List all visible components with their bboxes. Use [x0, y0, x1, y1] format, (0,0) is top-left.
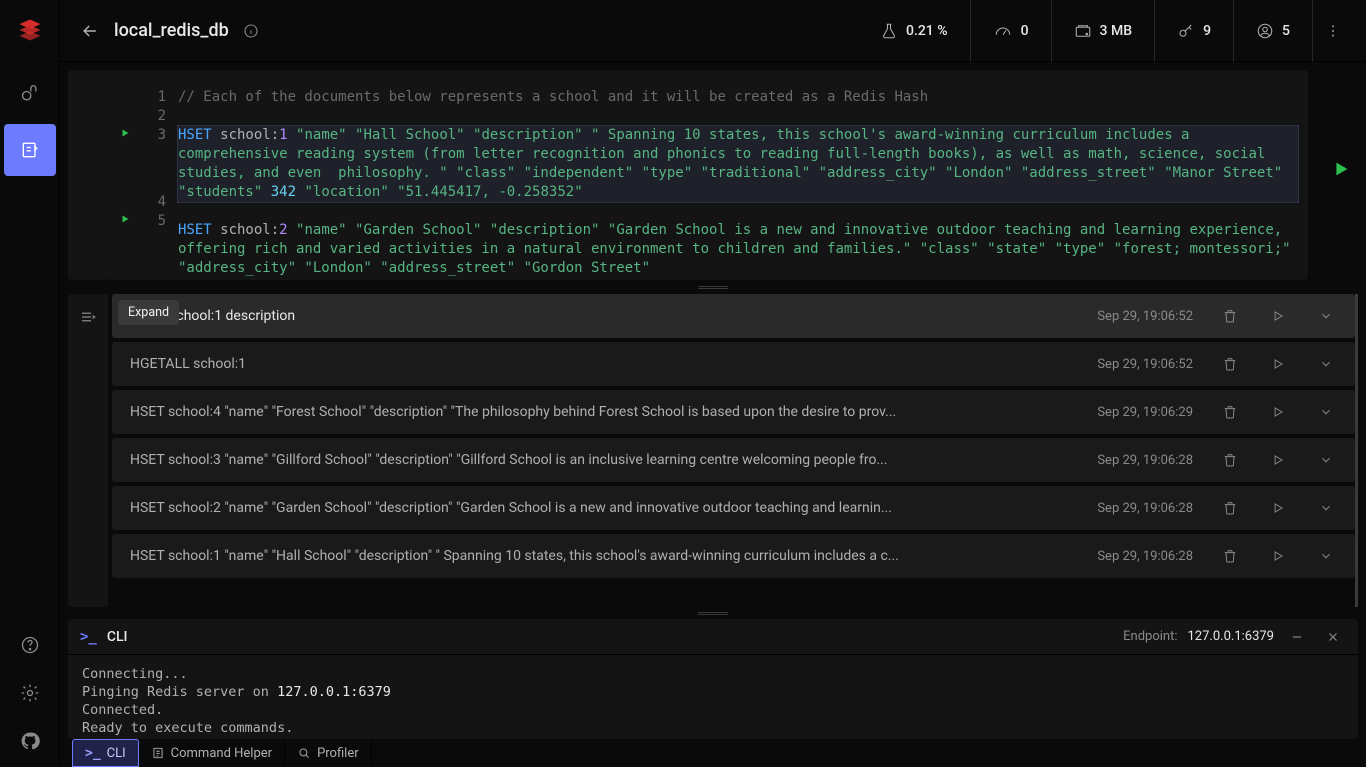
history-time: Sep 29, 19:06:28	[1097, 501, 1193, 516]
main-area: local_redis_db 0.21 % 0 3 MB	[60, 0, 1366, 767]
cli-title: CLI	[107, 629, 128, 645]
history-command: HGETALL school:1	[130, 356, 1087, 372]
rerun-icon[interactable]	[1259, 501, 1297, 515]
user-icon	[1256, 22, 1274, 40]
cli-endpoint-label: Endpoint:	[1123, 629, 1177, 644]
expand-tooltip: Expand	[118, 300, 179, 325]
editor-left-gutter	[68, 70, 108, 280]
history-row[interactable]: HGET school:1 description Sep 29, 19:06:5…	[112, 294, 1355, 338]
history-time: Sep 29, 19:06:52	[1097, 357, 1193, 372]
history-row[interactable]: HSET school:3 "name" "Gillford School" "…	[112, 438, 1355, 482]
cli-close-icon[interactable]	[1320, 630, 1346, 644]
cli-prompt-icon: >_	[80, 629, 97, 645]
cli-prompt-icon: >_	[85, 746, 101, 761]
left-rail	[0, 0, 60, 767]
back-arrow-icon[interactable]	[80, 21, 100, 41]
rail-help[interactable]	[4, 623, 56, 667]
cli-output[interactable]: Connecting...Pinging Redis server on 127…	[68, 655, 1358, 739]
metric-cpu: 0.21 %	[858, 0, 970, 62]
rerun-icon[interactable]	[1259, 405, 1297, 419]
tab-command-helper[interactable]: Command Helper	[139, 739, 285, 767]
history-command: HSET school:1 "name" "Hall School" "desc…	[130, 548, 1087, 564]
history-time: Sep 29, 19:06:28	[1097, 453, 1193, 468]
tab-cli[interactable]: >_ CLI	[72, 739, 139, 767]
disk-icon	[1074, 22, 1092, 40]
gauge-icon	[993, 22, 1013, 40]
history-panel: Expand HGET school:1 description Sep 29, …	[68, 294, 1358, 607]
info-icon[interactable]	[243, 23, 259, 39]
history-row[interactable]: HGETALL school:1 Sep 29, 19:06:52	[112, 342, 1355, 386]
rerun-icon[interactable]	[1259, 309, 1297, 323]
delete-icon[interactable]	[1211, 356, 1249, 372]
rail-github[interactable]	[4, 719, 56, 763]
database-name: local_redis_db	[114, 20, 229, 41]
history-time: Sep 29, 19:06:28	[1097, 549, 1193, 564]
line-number: 1	[142, 88, 178, 107]
chevron-down-icon[interactable]	[1307, 501, 1345, 515]
history-command: HGET school:1 description	[130, 308, 1087, 324]
flask-icon	[880, 22, 898, 40]
history-time: Sep 29, 19:06:29	[1097, 405, 1193, 420]
splitter-editor-history[interactable]	[68, 280, 1358, 294]
splitter-history-cli[interactable]	[68, 607, 1358, 619]
chevron-down-icon[interactable]	[1307, 405, 1345, 419]
expand-history-icon[interactable]	[79, 308, 97, 326]
rerun-icon[interactable]	[1259, 549, 1297, 563]
history-command: HSET school:4 "name" "Forest School" "de…	[130, 404, 1087, 420]
line-number: 5	[142, 212, 178, 262]
overflow-menu-icon[interactable]	[1312, 0, 1352, 62]
rail-settings[interactable]	[4, 671, 56, 715]
tab-profiler[interactable]: Profiler	[285, 739, 372, 767]
chevron-down-icon[interactable]	[1307, 549, 1345, 563]
rerun-icon[interactable]	[1259, 357, 1297, 371]
metric-clients: 5	[1233, 0, 1312, 62]
editor-panel: 12345 // Each of the documents below rep…	[68, 70, 1358, 280]
chevron-down-icon[interactable]	[1307, 309, 1345, 323]
line-number: 4	[142, 193, 178, 212]
metric-memory: 3 MB	[1051, 0, 1155, 62]
delete-icon[interactable]	[1211, 308, 1249, 324]
cli-minimize-icon[interactable]	[1284, 630, 1310, 644]
history-row[interactable]: HSET school:2 "name" "Garden School" "de…	[112, 486, 1355, 530]
chevron-down-icon[interactable]	[1307, 357, 1345, 371]
history-command: HSET school:2 "name" "Garden School" "de…	[130, 500, 1087, 516]
history-row[interactable]: HSET school:1 "name" "Hall School" "desc…	[112, 534, 1355, 578]
run-line-icon[interactable]	[108, 212, 142, 262]
run-line-icon[interactable]	[108, 126, 142, 193]
line-number: 3	[142, 126, 178, 193]
delete-icon[interactable]	[1211, 404, 1249, 420]
delete-icon[interactable]	[1211, 500, 1249, 516]
history-row[interactable]: HSET school:4 "name" "Forest School" "de…	[112, 390, 1355, 434]
delete-icon[interactable]	[1211, 548, 1249, 564]
history-time: Sep 29, 19:06:52	[1097, 309, 1193, 324]
history-command: HSET school:3 "name" "Gillford School" "…	[130, 452, 1087, 468]
rail-workbench[interactable]	[4, 124, 56, 176]
delete-icon[interactable]	[1211, 452, 1249, 468]
document-icon	[151, 746, 165, 760]
rail-browser[interactable]	[4, 68, 56, 120]
redis-logo	[10, 10, 50, 50]
chevron-down-icon[interactable]	[1307, 453, 1345, 467]
cli-endpoint-value: 127.0.0.1:6379	[1188, 629, 1275, 644]
code-editor[interactable]: // Each of the documents below represent…	[178, 70, 1308, 280]
search-icon	[297, 746, 311, 760]
metric-keys: 9	[1154, 0, 1233, 62]
key-icon	[1177, 22, 1195, 40]
top-bar: local_redis_db 0.21 % 0 3 MB	[60, 0, 1366, 62]
bottom-tabs: >_ CLI Command Helper Profiler	[68, 739, 1358, 767]
rerun-icon[interactable]	[1259, 453, 1297, 467]
metric-commands: 0	[970, 0, 1051, 62]
cli-panel: >_ CLI Endpoint: 127.0.0.1:6379 Connecti…	[68, 619, 1358, 739]
metrics-bar: 0.21 % 0 3 MB 9 5	[858, 0, 1352, 62]
run-all-button[interactable]	[1330, 158, 1352, 180]
line-number: 2	[142, 107, 178, 126]
